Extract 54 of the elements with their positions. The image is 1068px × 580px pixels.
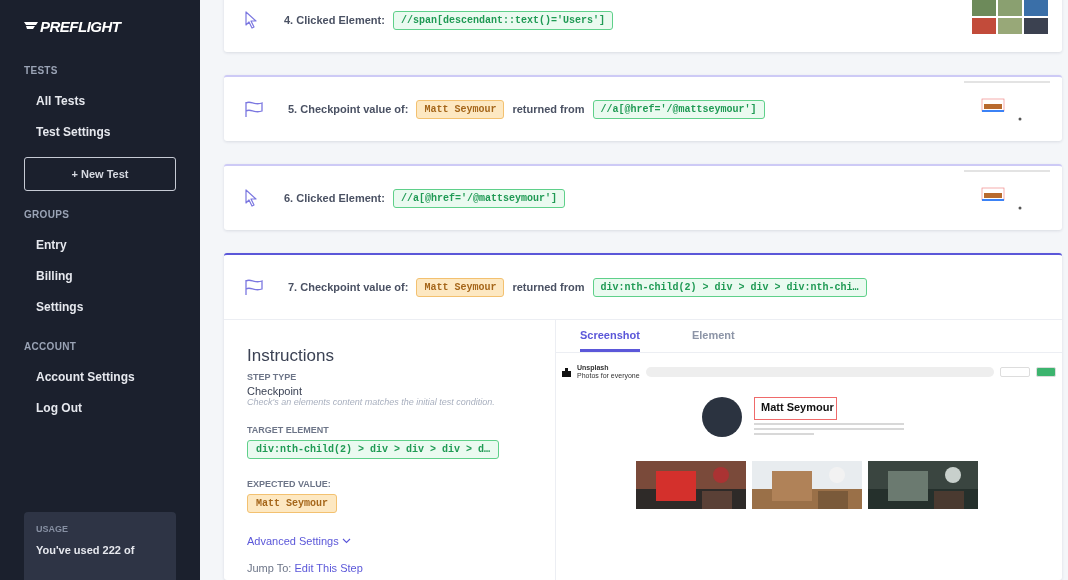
step-label: 4. Clicked Element:: [284, 14, 385, 26]
value-chip: Matt Seymour: [247, 494, 337, 513]
camera-logo-icon: [562, 367, 571, 377]
jump-label: Jump To:: [247, 562, 292, 574]
avatar: [702, 397, 742, 437]
nav-item[interactable]: Log Out: [24, 393, 176, 424]
chevron-down-icon: [341, 538, 351, 544]
join-button[interactable]: [1036, 367, 1056, 377]
section-title: TESTS: [24, 65, 59, 76]
nav-item[interactable]: Entry: [24, 230, 176, 261]
wings-logo-icon: [24, 21, 38, 32]
connector-text: returned from: [512, 281, 585, 293]
selector-chip: //span[descendant::text()='Users']: [392, 10, 613, 30]
step-card[interactable]: 5. Checkpoint value of: Matt Seymour returned from //a[@href='/@mattseymour']: [224, 75, 1062, 141]
nav-item[interactable]: Account Settings: [24, 362, 176, 393]
instructions-title: Instructions: [247, 346, 335, 366]
step-card[interactable]: [224, 253, 1062, 580]
flag-icon: [244, 278, 264, 296]
value-chip: Matt Seymour: [416, 277, 505, 297]
usage-text: You've used 222 of: [36, 544, 136, 556]
field-label: TARGET ELEMENT: [247, 425, 330, 435]
nav-item[interactable]: Settings: [24, 292, 176, 323]
tab[interactable]: Screenshot: [580, 320, 640, 352]
cursor-icon: [244, 11, 258, 29]
step-card[interactable]: 6. Clicked Element: //a[@href='/@mattseymour']: [224, 164, 1062, 230]
submit-photo-button[interactable]: [1000, 367, 1030, 377]
section-title: ACCOUNT: [24, 341, 78, 352]
nav-item[interactable]: Test Settings: [24, 117, 176, 148]
section-title: GROUPS: [24, 209, 71, 220]
step-label: 6. Clicked Element:: [284, 192, 385, 204]
selector-chip: //a[@href='/@mattseymour']: [392, 188, 565, 208]
field-label: STEP TYPE: [247, 372, 298, 382]
connector-text: returned from: [512, 103, 585, 115]
value-chip: Matt Seymour: [416, 99, 505, 119]
selector-chip: div:nth-child(2) > div > div > div > d…: [247, 440, 500, 459]
flag-icon: [244, 100, 264, 118]
logo-text: PREFLIGHT: [40, 18, 121, 35]
selector-chip: div:nth-child(2) > div > div > div:nth-chi…: [592, 277, 867, 297]
new-test-button[interactable]: + New Test: [24, 157, 176, 191]
step-label: 5. Checkpoint value of:: [288, 103, 409, 115]
profile-name: Matt Seymour: [754, 397, 837, 420]
step-type-hint: Check's an elements content matches the initial test condition.: [247, 397, 496, 407]
field-label: EXPECTED VALUE:: [247, 479, 332, 489]
nav-item[interactable]: Billing: [24, 261, 176, 292]
nav-item[interactable]: All Tests: [24, 86, 176, 117]
step-label: 7. Checkpoint value of:: [288, 281, 409, 293]
step-card[interactable]: 4. Clicked Element: //span[descendant::text()='Users']: [224, 0, 1062, 52]
advanced-settings-link[interactable]: Advanced Settings: [247, 535, 351, 547]
cursor-icon: [244, 189, 258, 207]
selector-chip: //a[@href='/@mattseymour']: [592, 99, 765, 119]
bio-line: [754, 433, 814, 435]
usage-title: USAGE: [36, 524, 69, 534]
step-type-value: Checkpoint: [247, 385, 303, 397]
edit-step-link[interactable]: Edit This Step: [294, 562, 363, 574]
